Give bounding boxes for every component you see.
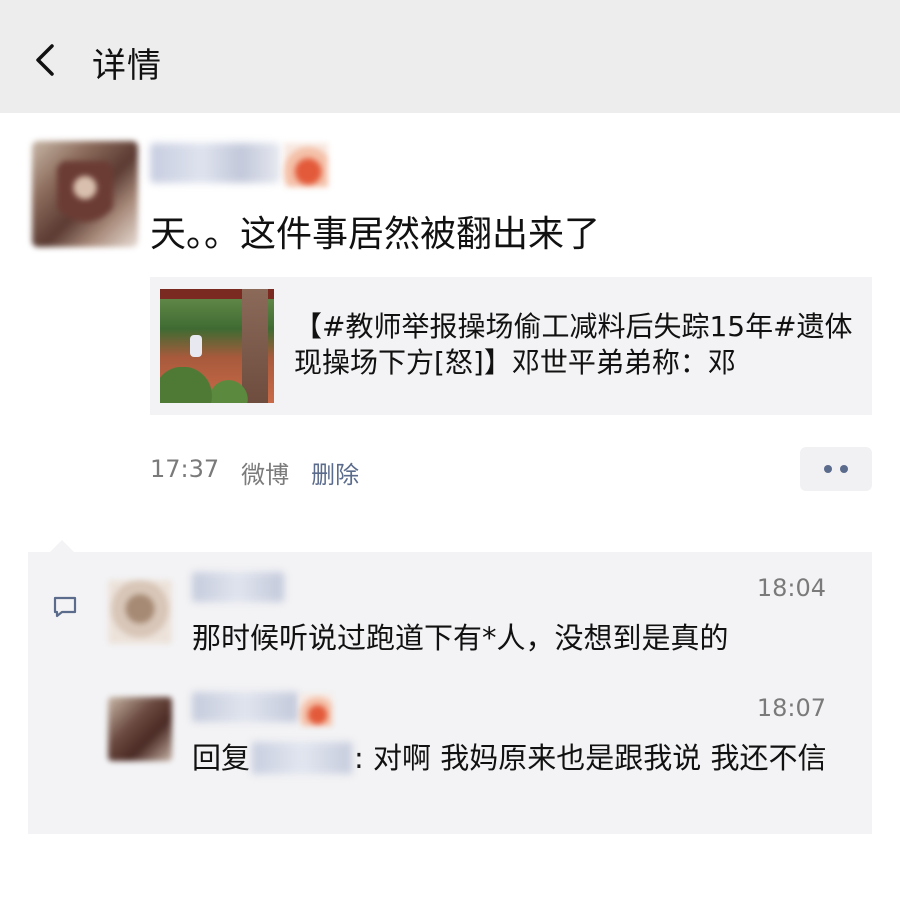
post-meta: 17:37 微博 删除 xyxy=(150,455,359,490)
commenter-badge xyxy=(300,694,332,726)
reply-body: : 对啊 我妈原来也是跟我说 我还不信 xyxy=(354,741,827,775)
comment-text: 那时候听说过跑道下有*人，没想到是真的 xyxy=(192,621,729,655)
post-text: 天。。这件事居然被翻出来了 xyxy=(150,214,601,255)
post-source: 微博 xyxy=(241,461,290,489)
comment-time: 18:04 xyxy=(756,574,826,602)
delete-button[interactable]: 删除 xyxy=(311,455,359,490)
page-title: 详情 xyxy=(92,46,162,86)
commenter-name-blurred[interactable] xyxy=(192,692,298,722)
comment-time: 18:07 xyxy=(756,694,826,722)
author-badge xyxy=(284,143,328,187)
commenter-name-blurred[interactable] xyxy=(192,572,284,602)
comment-text: 回复 : 对啊 我妈原来也是跟我说 我还不信 xyxy=(192,738,832,778)
reply-prefix: 回复 xyxy=(192,741,251,775)
comment-icon xyxy=(53,596,77,618)
post-time: 17:37 xyxy=(150,455,220,483)
link-thumbnail xyxy=(160,289,274,403)
link-title: 【#教师举报操场偷工减料后失踪15年#遗体现操场下方[怒]】邓世平弟弟称：邓 xyxy=(294,310,853,379)
shared-link-card[interactable]: 【#教师举报操场偷工减料后失踪15年#遗体现操场下方[怒]】邓世平弟弟称：邓 xyxy=(150,277,872,415)
more-dots-icon[interactable] xyxy=(800,447,872,491)
chevron-left-icon[interactable] xyxy=(28,40,68,80)
avatar[interactable] xyxy=(108,580,172,644)
avatar[interactable] xyxy=(32,141,138,247)
avatar[interactable] xyxy=(108,697,172,761)
comment-section: 18:04 那时候听说过跑道下有*人，没想到是真的 18:07 回复 : 对啊 我… xyxy=(28,540,872,834)
reply-target-name-blurred[interactable] xyxy=(252,742,353,774)
author-name-blurred[interactable] xyxy=(150,143,280,183)
navbar: 详情 xyxy=(0,0,900,113)
